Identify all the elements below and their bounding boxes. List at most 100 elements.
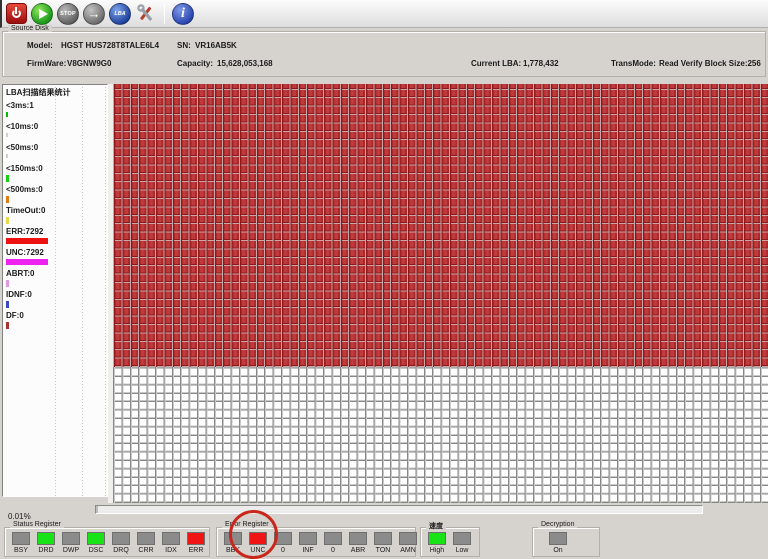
source-disk-panel: Source Disk Model: HGST HUS728T8TALE6L4 …	[2, 25, 766, 77]
status-bit: DRD	[37, 532, 55, 555]
scan-stat-label: <10ms:0	[6, 122, 39, 131]
status-bit-label: ERR	[188, 547, 204, 554]
scan-stat-label: TimeOut:0	[6, 206, 46, 215]
speed-bits: High Low	[421, 528, 479, 555]
scan-stat-bar	[6, 112, 8, 117]
status-bit: DRQ	[112, 532, 130, 555]
scan-stats-panel: LBA扫描结果统计 <3ms:1 <10ms:0 <50ms:0 <150ms:…	[2, 84, 108, 497]
status-bit-light	[187, 532, 205, 545]
toolbar-separator	[164, 3, 165, 24]
status-bit-light	[87, 532, 105, 545]
decryption-bit-label: On	[553, 547, 563, 554]
status-bit-label: IDX	[165, 547, 177, 554]
scan-stat-label: ERR:7292	[6, 227, 44, 236]
scan-stat-label: <3ms:1	[6, 101, 34, 110]
start-button[interactable]	[31, 2, 53, 25]
status-bit: BSY	[12, 532, 30, 555]
speed-bit: High	[428, 532, 446, 555]
status-bit-label: DRQ	[113, 547, 129, 554]
scan-stat-item: <150ms:0	[6, 164, 107, 185]
error-bit-light	[399, 532, 417, 545]
scan-stat-bar	[6, 280, 9, 287]
stop-icon: STOP	[57, 2, 79, 25]
status-bit-label: CRR	[138, 547, 154, 554]
status-bit-light	[12, 532, 30, 545]
error-bit-label: INF	[302, 547, 314, 554]
scan-progress-percent: 0.01%	[8, 512, 31, 521]
decryption-bits: On	[533, 528, 599, 555]
speed-bit-light	[453, 532, 471, 545]
status-register-group: Status Register BSY DRD DWP DSC DRQ CRR …	[4, 521, 210, 557]
scan-stat-label: <150ms:0	[6, 164, 43, 173]
scan-stat-bar	[6, 133, 8, 137]
model-label: Model:	[27, 41, 53, 50]
error-bit-light	[374, 532, 392, 545]
scan-stat-bar	[6, 175, 9, 182]
source-disk-title: Source Disk	[8, 25, 52, 32]
scan-stat-item: DF:0	[6, 311, 107, 332]
block-map-unscanned	[113, 367, 768, 503]
scan-stat-label: <500ms:0	[6, 185, 43, 194]
lba-scan-icon: LBA	[109, 2, 131, 25]
error-bit: 0	[324, 532, 342, 555]
status-bit: DWP	[62, 532, 80, 555]
scan-stat-item: TimeOut:0	[6, 206, 107, 227]
power-button[interactable]	[5, 3, 27, 25]
decryption-bit-light	[549, 532, 567, 545]
status-bit: IDX	[162, 532, 180, 555]
scan-stat-bar	[6, 196, 9, 203]
scan-stat-bar	[6, 259, 48, 265]
model-value: HGST HUS728T8TALE6L4	[61, 41, 160, 50]
scan-stat-item: IDNF:0	[6, 290, 107, 311]
next-button[interactable]	[83, 2, 105, 25]
error-bit-label: 0	[331, 547, 335, 554]
scan-stat-item: ABRT:0	[6, 269, 107, 290]
error-bit-label: 0	[281, 547, 285, 554]
speed-bit-light	[428, 532, 446, 545]
status-register-title: Status Register	[10, 521, 64, 528]
transmode-value: Read Verify Block Size:256	[659, 59, 761, 68]
error-bit: ABR	[349, 532, 367, 555]
stop-button[interactable]: STOP	[57, 2, 79, 25]
scan-progress-bar	[95, 505, 703, 514]
speed-title: 速度	[426, 521, 446, 531]
current-lba-value: 1,778,432	[523, 59, 559, 68]
tools-button[interactable]	[135, 3, 157, 25]
scan-stat-item: UNC:7292	[6, 248, 107, 269]
status-bit-light	[137, 532, 155, 545]
lba-scan-button[interactable]: LBA	[109, 2, 131, 25]
capacity-value: 15,628,053,168	[217, 59, 273, 68]
error-bit-light	[324, 532, 342, 545]
scan-stat-bar	[6, 238, 48, 244]
scan-stats-title: LBA扫描结果统计	[6, 88, 71, 97]
scan-stat-bar	[6, 154, 8, 158]
block-map-scanned-errors	[113, 84, 768, 367]
scan-stat-item: <50ms:0	[6, 143, 107, 164]
error-bit: INF	[299, 532, 317, 555]
scan-stat-item: <10ms:0	[6, 122, 107, 143]
firmware-value: V8GNW9G0	[67, 59, 112, 68]
speed-bit-label: Low	[455, 547, 469, 554]
speed-bit: Low	[453, 532, 471, 555]
toolbar: STOP LBA i	[0, 0, 768, 28]
error-bit: AMN	[399, 532, 417, 555]
error-bit: TON	[374, 532, 392, 555]
info-button[interactable]: i	[172, 2, 194, 25]
status-bit-label: DSC	[88, 547, 104, 554]
scan-stat-bar	[6, 217, 9, 224]
status-bit-label: DRD	[38, 547, 54, 554]
scan-stat-label: ABRT:0	[6, 269, 35, 278]
scan-stat-label: IDNF:0	[6, 290, 32, 299]
transmode-label: TransMode:	[611, 59, 656, 68]
status-bit-label: BSY	[13, 547, 28, 554]
decryption-group: Decryption On	[532, 521, 600, 557]
scan-stat-label: DF:0	[6, 311, 24, 320]
current-lba-label: Current LBA:	[471, 59, 522, 68]
error-bit-label: TON	[375, 547, 391, 554]
status-bit-light	[112, 532, 130, 545]
scan-stat-item: <500ms:0	[6, 185, 107, 206]
scan-stat-bar	[6, 301, 9, 308]
error-bit-label: AMN	[400, 547, 416, 554]
capacity-label: Capacity:	[177, 59, 214, 68]
status-bit: CRR	[137, 532, 155, 555]
